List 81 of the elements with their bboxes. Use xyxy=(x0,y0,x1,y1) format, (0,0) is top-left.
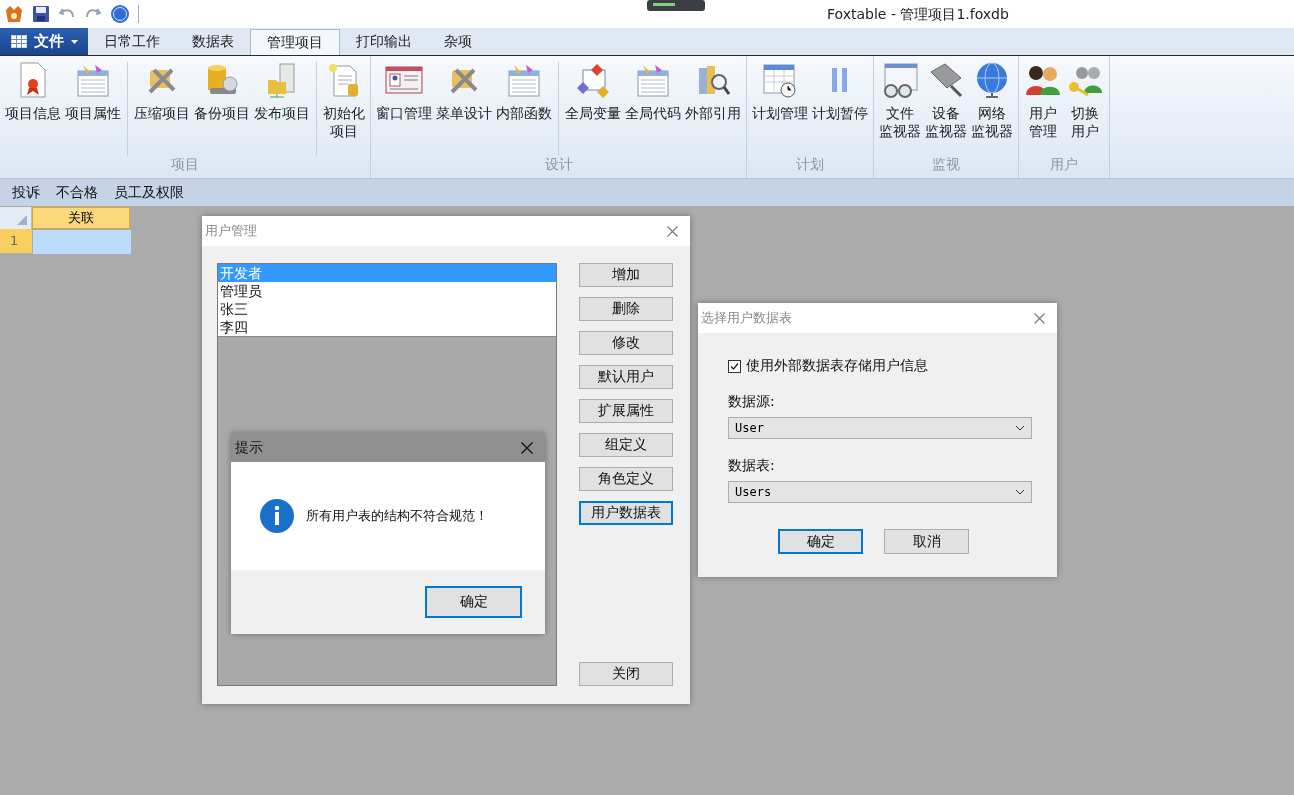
globe-icon xyxy=(974,62,1010,98)
dialog-title: 选择用户数据表 xyxy=(701,309,792,327)
info-icon xyxy=(260,499,294,533)
ribbon-tab[interactable]: 打印输出 xyxy=(340,29,428,55)
window-glasses-icon xyxy=(881,62,919,98)
ribbon-button[interactable]: 初始化 项目 xyxy=(316,62,367,156)
ribbon-group-label: 计划 xyxy=(796,156,824,174)
close-icon[interactable] xyxy=(667,225,678,237)
dialog-title: 提示 xyxy=(235,438,263,457)
ribbon-button[interactable]: 窗口管理 xyxy=(374,62,434,156)
ok-button[interactable]: 确定 xyxy=(778,529,863,554)
close-icon[interactable] xyxy=(1034,312,1045,324)
ribbon-button[interactable]: 网络 监视器 xyxy=(969,62,1015,156)
dialog-button[interactable]: 默认用户 xyxy=(579,365,673,389)
calendar-clock-icon xyxy=(762,62,798,98)
row-header: 1 xyxy=(0,229,32,253)
table-icon xyxy=(506,62,542,98)
table-icon xyxy=(75,62,111,98)
window-title: Foxtable - 管理项目1.foxdb xyxy=(827,6,1009,24)
ribbon-button[interactable]: 项目信息 xyxy=(3,62,63,156)
user-list-item[interactable]: 管理员 xyxy=(218,282,556,300)
dialog-button[interactable]: 删除 xyxy=(579,297,673,321)
user-list-item[interactable]: 李四 xyxy=(218,318,556,336)
ribbon-button[interactable]: 备份项目 xyxy=(192,62,252,156)
close-icon[interactable] xyxy=(521,441,533,454)
table-icon xyxy=(635,62,671,98)
dialog-button[interactable]: 增加 xyxy=(579,263,673,287)
ribbon-button[interactable]: 压缩项目 xyxy=(127,62,192,156)
ribbon-tab[interactable]: 数据表 xyxy=(176,29,250,55)
ribbon-button[interactable]: 文件 监视器 xyxy=(877,62,923,156)
ribbon-button[interactable]: 全局代码 xyxy=(623,62,683,156)
dropdown-field[interactable]: User xyxy=(728,417,1032,439)
ribbon-tab[interactable]: 杂项 xyxy=(428,29,488,55)
ribbon-button[interactable]: 项目属性 xyxy=(63,62,123,156)
file-menu-label: 文件 xyxy=(33,32,64,51)
close-button[interactable]: 关闭 xyxy=(579,662,673,686)
corner-triangle-icon xyxy=(17,215,27,225)
dialog-button[interactable]: 修改 xyxy=(579,331,673,355)
ribbon-button[interactable]: 菜单设计 xyxy=(434,62,494,156)
user-list-item[interactable]: 张三 xyxy=(218,300,556,318)
ribbon-button[interactable]: 发布项目 xyxy=(252,62,312,156)
ribbon-button[interactable]: 切换 用户 xyxy=(1064,62,1106,156)
diamond-shapes-icon xyxy=(575,62,611,98)
dropdown-field[interactable]: Users xyxy=(728,481,1032,503)
app-logo-icon xyxy=(4,4,24,24)
ribbon-group-label: 设计 xyxy=(544,156,573,174)
ribbon-tab[interactable]: 日常工作 xyxy=(88,29,176,55)
sheet-tab[interactable]: 员工及权限 xyxy=(106,183,192,202)
caret-icon xyxy=(70,39,78,44)
sheet-tab[interactable]: 不合格 xyxy=(48,183,106,202)
ribbon-button[interactable]: 计划暂停 xyxy=(810,62,870,156)
dialog-title: 用户管理 xyxy=(205,222,257,240)
chevron-down-icon xyxy=(1015,489,1025,495)
status-indicator-icon xyxy=(647,0,705,11)
dialog-button[interactable]: 用户数据表 xyxy=(579,501,673,525)
ok-button[interactable]: 确定 xyxy=(425,586,522,618)
checkbox[interactable] xyxy=(728,359,741,373)
field-label: 数据表: xyxy=(728,457,776,475)
cancel-button[interactable]: 取消 xyxy=(884,529,969,554)
dialog-button[interactable]: 组定义 xyxy=(579,433,673,457)
save-icon[interactable] xyxy=(32,5,50,23)
ribbon-button[interactable]: 内部函数 xyxy=(494,62,554,156)
ribbon-button[interactable]: 外部引用 xyxy=(683,62,743,156)
ribbon-group-label: 用户 xyxy=(1050,156,1078,174)
ribbon-group-label: 项目 xyxy=(171,156,199,174)
ribbon-button[interactable]: 全局变量 xyxy=(558,62,623,156)
ribbon-group-label: 监视 xyxy=(932,156,960,174)
file-menu-button[interactable]: 文件 xyxy=(0,28,88,55)
ribbon-button[interactable]: 设备 监视器 xyxy=(923,62,969,156)
sheet-tab[interactable]: 投诉 xyxy=(4,183,48,202)
grid-icon xyxy=(10,35,27,48)
dialog-button[interactable]: 角色定义 xyxy=(579,467,673,491)
message-text: 所有用户表的结构不符合规范！ xyxy=(306,507,488,525)
dialog-button[interactable]: 扩展属性 xyxy=(579,399,673,423)
column-header: 关联 xyxy=(32,207,130,229)
chevron-down-icon xyxy=(1015,425,1025,431)
ribbon-button[interactable]: 计划管理 xyxy=(750,62,810,156)
ribbon-tab[interactable]: 管理项目 xyxy=(250,29,340,55)
field-label: 数据源: xyxy=(728,393,776,411)
ribbon-button[interactable]: 用户 管理 xyxy=(1022,62,1064,156)
checkbox-label: 使用外部数据表存储用户信息 xyxy=(746,357,928,375)
